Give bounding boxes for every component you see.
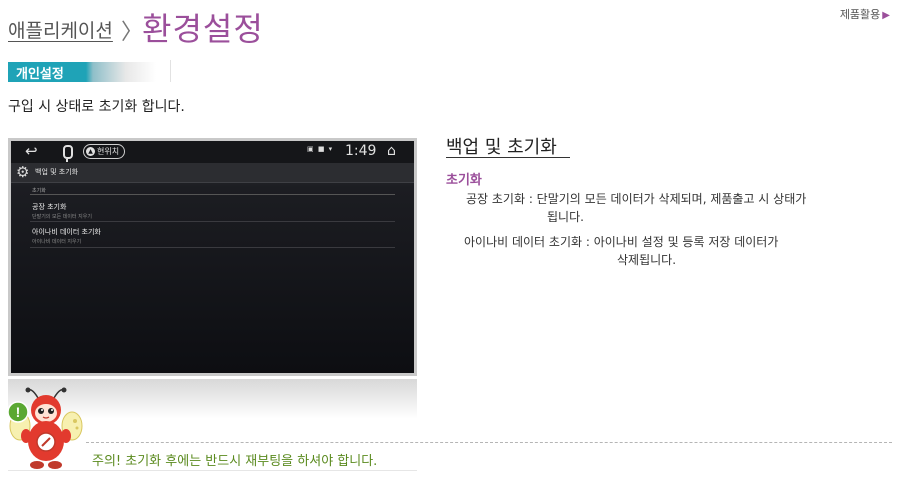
page-title: 환경설정 <box>142 10 264 48</box>
divider <box>30 194 395 195</box>
divider <box>30 221 395 222</box>
option-title: 아이나비 데이터 초기화 <box>32 228 101 236</box>
description-subheading: 초기화 <box>446 173 482 188</box>
status-bar: ↩ ▲ 현위치 ▣ ■ ▾ 1:49 ⌂ <box>11 141 414 163</box>
option-subtitle: 아이나비 데이터 지우기 <box>32 239 82 245</box>
description-item-line: 아이나비 데이터 초기화 : 아이나비 설정 및 등록 저장 데이터가 <box>464 235 779 249</box>
divider <box>30 247 395 248</box>
current-position-label: 현위치 <box>97 147 120 156</box>
app-title: 백업 및 초기화 <box>35 168 79 176</box>
option-inavi-data-reset: 아이나비 데이터 초기화 아이나비 데이터 지우기 <box>32 227 101 245</box>
description-item-line: 됩니다. <box>547 210 584 224</box>
intro-text: 구입 시 상태로 초기화 합니다. <box>8 99 185 115</box>
warning-text: 주의! 초기화 후에는 반드시 재부팅을 하셔야 합니다. <box>92 454 378 469</box>
status-icons: ▣ ■ ▾ <box>307 145 334 153</box>
microphone-icon <box>63 145 73 162</box>
back-icon: ↩ <box>25 142 38 160</box>
gear-icon: ⚙ <box>16 163 30 181</box>
product-usage-link[interactable]: 제품활용 ▶ <box>840 6 890 22</box>
title-underline <box>446 157 570 158</box>
section-tag-label: 개인설정 <box>16 67 64 82</box>
current-position-button: ▲ 현위치 <box>83 144 126 159</box>
navigation-arrow-icon: ▲ <box>86 147 95 156</box>
description-item-line: 공장 초기화 : 단말기의 모든 데이터가 삭제되며, 제품출고 시 상태가 <box>466 192 807 206</box>
dashed-divider <box>86 442 892 443</box>
triangle-right-icon: ▶ <box>882 10 890 21</box>
option-title: 공장 초기화 <box>32 203 67 211</box>
app-title-bar: ⚙ 백업 및 초기화 <box>11 163 414 183</box>
description-title: 백업 및 초기화 <box>446 137 557 158</box>
home-icon: ⌂ <box>387 143 396 159</box>
divider <box>170 60 171 82</box>
mascot-icon: ! <box>7 387 83 469</box>
status-time: 1:49 <box>345 143 377 159</box>
description-item-line: 삭제됩니다. <box>617 253 677 267</box>
breadcrumb-parent-link[interactable]: 애플리케이션 <box>8 16 113 43</box>
breadcrumb-separator: 〉 <box>121 20 144 45</box>
option-factory-reset: 공장 초기화 단말기의 모든 데이터 지우기 <box>32 202 92 220</box>
product-usage-label: 제품활용 <box>839 8 881 21</box>
section-tag: 개인설정 <box>8 62 156 82</box>
mascot-badge: ! <box>16 404 21 420</box>
category-label: 초기화 <box>32 188 46 194</box>
device-screen: ↩ ▲ 현위치 ▣ ■ ▾ 1:49 ⌂ ⚙ 백업 및 초기화 초기화 공장 초기… <box>11 141 414 373</box>
device-screenshot: ↩ ▲ 현위치 ▣ ■ ▾ 1:49 ⌂ ⚙ 백업 및 초기화 초기화 공장 초기… <box>8 138 417 376</box>
option-subtitle: 단말기의 모든 데이터 지우기 <box>32 214 92 220</box>
